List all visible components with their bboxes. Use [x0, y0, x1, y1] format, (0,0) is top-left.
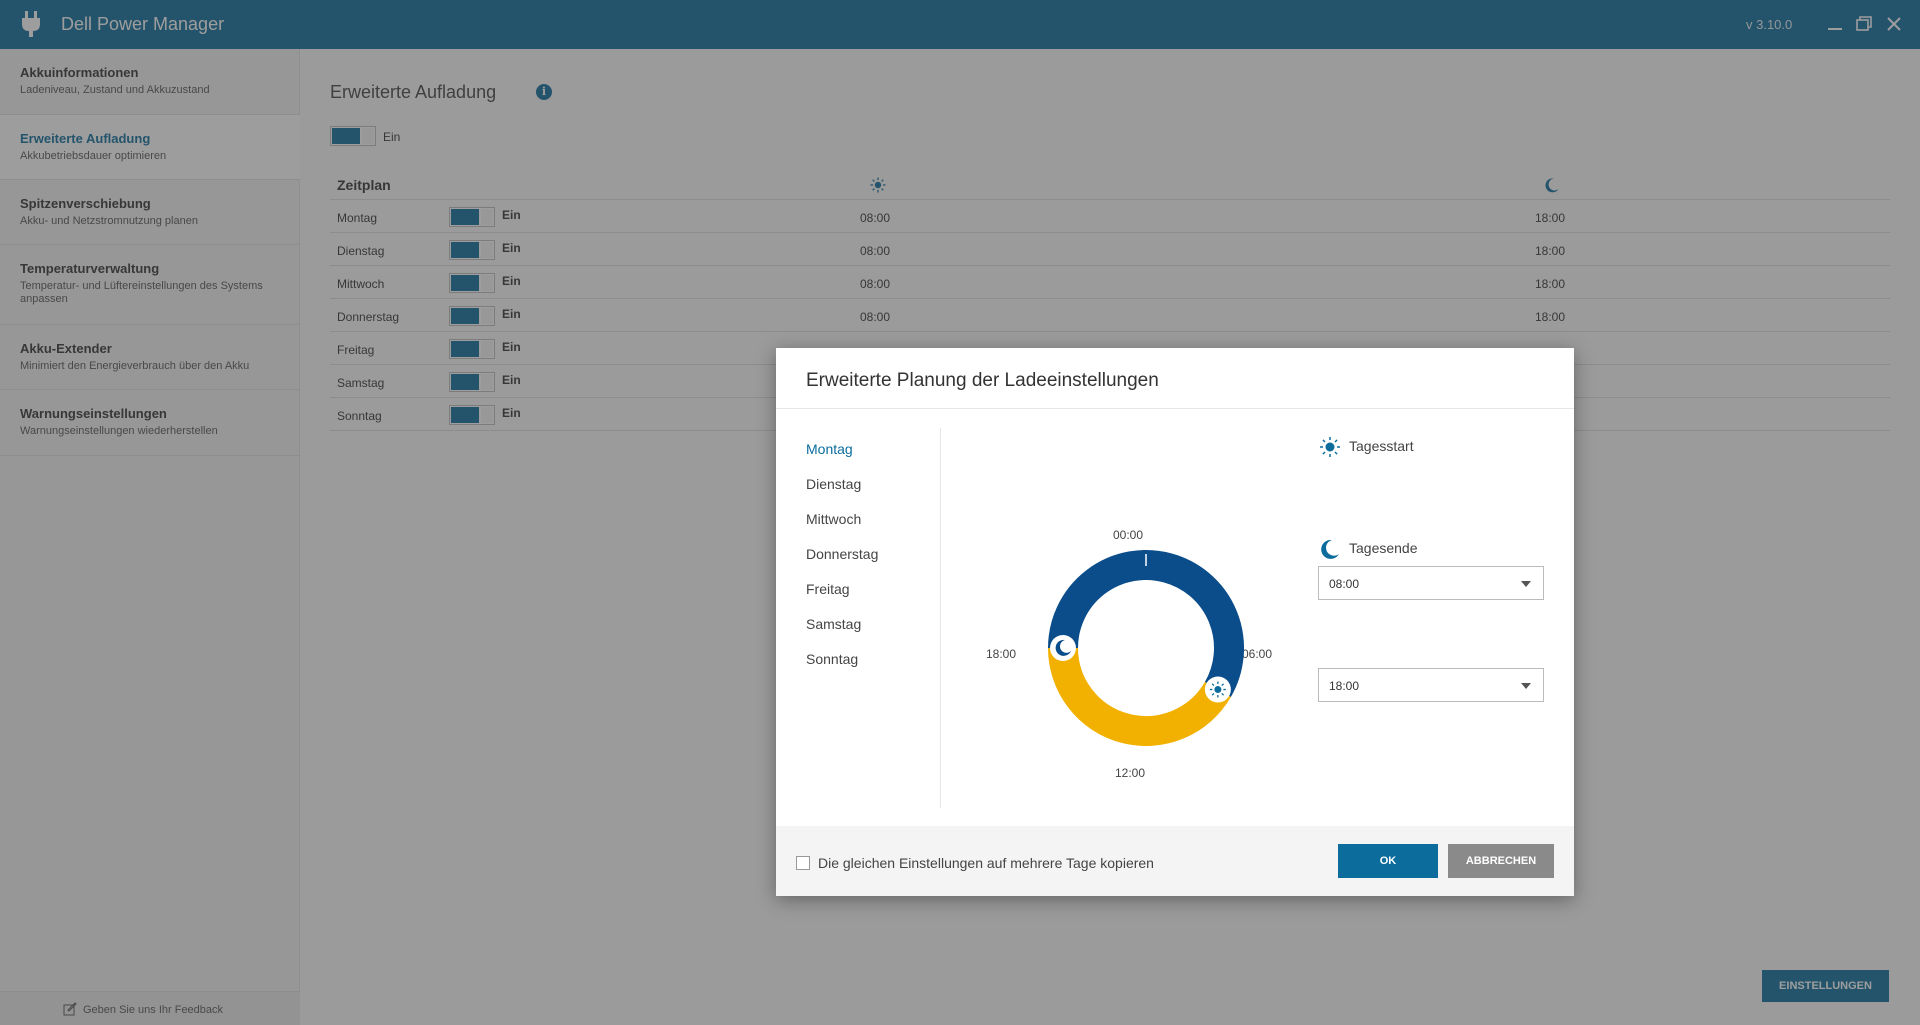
day-end-label: Tagesende [1349, 540, 1418, 556]
day-start-select[interactable]: 08:00 [1318, 566, 1544, 600]
dialog-day-sonntag[interactable]: Sonntag [806, 651, 858, 667]
dialog-day-dienstag[interactable]: Dienstag [806, 476, 861, 492]
clock-label-left: 18:00 [986, 647, 1017, 661]
copy-settings-label: Die gleichen Einstellungen auf mehrere T… [818, 855, 1154, 871]
dialog-day-samstag[interactable]: Samstag [806, 616, 861, 632]
dialog-footer: Die gleichen Einstellungen auf mehrere T… [776, 826, 1574, 896]
cancel-button[interactable]: ABBRECHEN [1448, 844, 1554, 878]
moon-icon [1321, 539, 1339, 559]
chevron-down-icon [1521, 683, 1531, 689]
ok-button[interactable]: OK [1338, 844, 1438, 878]
day-end-select[interactable]: 18:00 [1318, 668, 1544, 702]
sun-icon [1209, 681, 1226, 698]
day-end-handle[interactable] [1050, 635, 1076, 661]
chevron-down-icon [1521, 581, 1531, 587]
sun-icon [1320, 437, 1340, 457]
day-start-value: 08:00 [1329, 577, 1360, 591]
schedule-clock[interactable] [1016, 518, 1276, 778]
dialog-day-mittwoch[interactable]: Mittwoch [806, 511, 861, 527]
dialog-day-donnerstag[interactable]: Donnerstag [806, 546, 878, 562]
day-start-handle[interactable] [1204, 676, 1231, 703]
day-start-label: Tagesstart [1349, 438, 1414, 454]
clock-night-arc [1048, 550, 1244, 697]
day-end-value: 18:00 [1329, 679, 1360, 693]
schedule-dialog: Erweiterte Planung der Ladeeinstellungen… [776, 348, 1574, 896]
dialog-day-freitag[interactable]: Freitag [806, 581, 850, 597]
clock-day-arc [1048, 647, 1231, 746]
copy-settings-checkbox[interactable] [796, 856, 810, 870]
dialog-day-montag[interactable]: Montag [806, 441, 853, 457]
dialog-title: Erweiterte Planung der Ladeeinstellungen [806, 370, 1159, 391]
